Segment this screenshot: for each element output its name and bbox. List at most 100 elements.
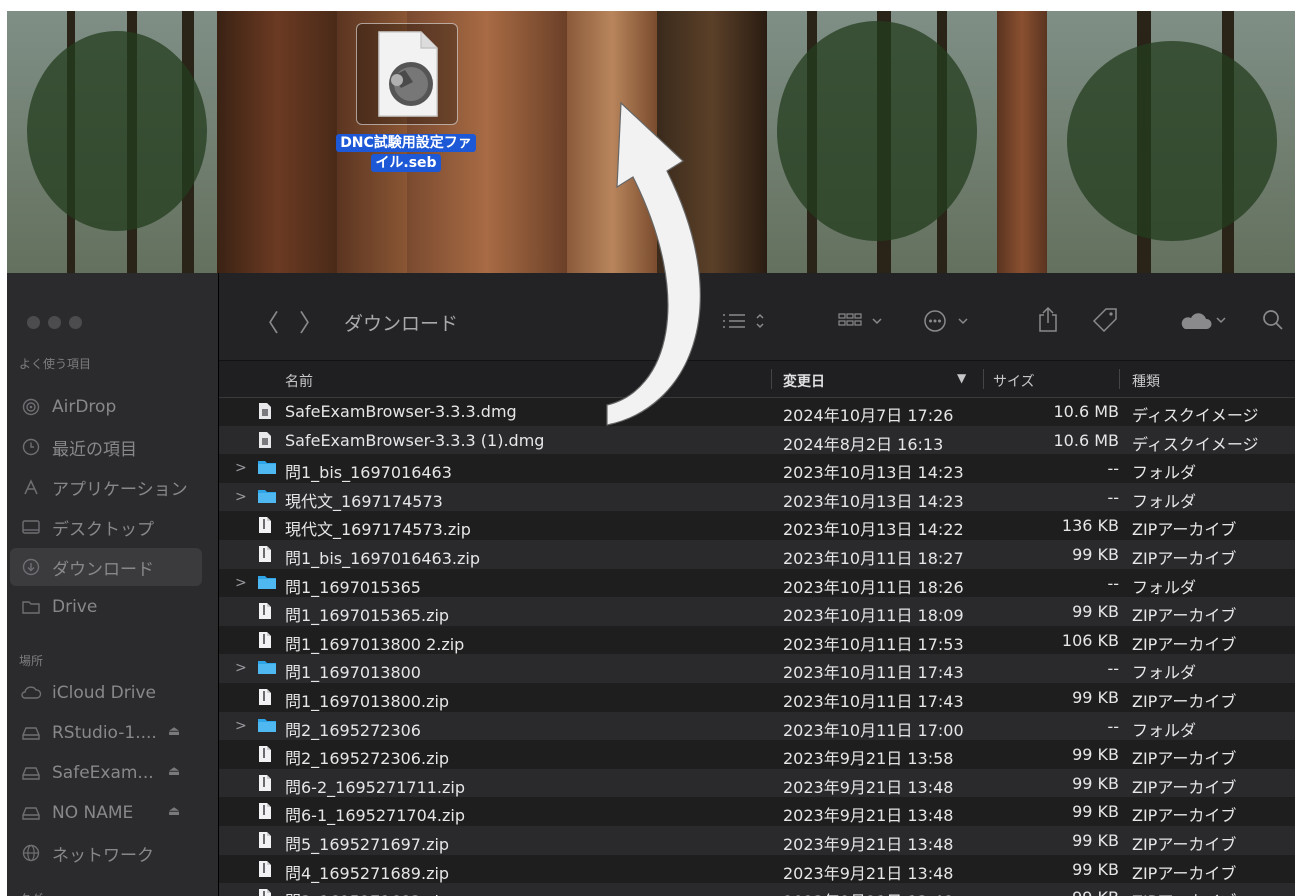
column-header-date[interactable]: 変更日	[783, 371, 825, 391]
file-kind: フォルダ	[1132, 663, 1197, 683]
desktop-file-icon[interactable]	[356, 23, 458, 125]
toolbar: 〈 〉 ダウンロード	[219, 273, 1295, 361]
foliage	[27, 31, 207, 231]
download-icon	[20, 558, 42, 576]
zip-archive-icon	[257, 516, 273, 538]
file-size: --	[1107, 716, 1119, 736]
action-menu-button[interactable]	[923, 309, 973, 337]
file-date: 2023年10月11日 17:43	[783, 691, 964, 711]
window-title: ダウンロード	[344, 313, 459, 335]
file-row[interactable]: 問2_1695272306.zip 2023年9月21日 13:58 99 KB ZI…	[219, 740, 1295, 769]
file-size: 99 KB	[1072, 773, 1119, 793]
file-row[interactable]: > 問1_bis_1697016463 2023年10月13日 14:23 -- フォル…	[219, 454, 1295, 483]
file-row[interactable]: > 現代文_1697174573 2023年10月13日 14:23 -- フォルダ	[219, 482, 1295, 512]
tag-button[interactable]	[1091, 306, 1119, 336]
file-row[interactable]: 問6-1_1695271704.zip 2023年9月21日 13:48 99 KB…	[219, 797, 1295, 826]
sidebar-item-desktop[interactable]: デスクトップ	[10, 508, 202, 546]
icloud-status-button[interactable]	[1179, 309, 1233, 335]
file-name: SafeExamBrowser-3.3.3 (1).dmg	[285, 430, 545, 450]
file-row[interactable]: > 問1_1697015365 2023年10月11日 18:26 -- フォルダ	[219, 569, 1295, 598]
sidebar-item-label: Drive	[52, 597, 98, 617]
folder-icon	[257, 488, 277, 508]
eject-icon[interactable]: ⏏	[168, 764, 180, 779]
search-button[interactable]	[1261, 308, 1285, 336]
disclosure-chevron-icon[interactable]: >	[235, 575, 247, 591]
sidebar-item-recents[interactable]: 最近の項目	[10, 428, 202, 466]
column-header-size[interactable]: サイズ	[993, 371, 1035, 391]
file-name: 現代文_1697174573.zip	[285, 520, 471, 540]
disclosure-chevron-icon[interactable]: >	[235, 660, 247, 676]
folder-icon	[257, 717, 277, 737]
file-row[interactable]: 問4_1695271689.zip 2023年9月21日 13:48 99 KB ZI…	[219, 855, 1295, 884]
search-icon	[1263, 310, 1283, 330]
desktop-file-label-line2: イル.seb	[371, 154, 441, 172]
column-header-kind[interactable]: 種類	[1132, 371, 1160, 391]
applications-icon	[20, 478, 42, 496]
sidebar-item-network[interactable]: ネットワーク	[10, 834, 202, 872]
file-name: 問5_1695271697.zip	[285, 834, 450, 854]
file-row[interactable]: 問6-2_1695271711.zip 2023年9月21日 13:48 99 KB…	[219, 768, 1295, 798]
sidebar-item-drive[interactable]: Drive	[10, 588, 202, 626]
close-window-button[interactable]	[27, 316, 40, 329]
group-button[interactable]	[837, 311, 891, 335]
minimize-window-button[interactable]	[48, 316, 61, 329]
file-date: 2023年10月11日 17:53	[783, 634, 964, 654]
file-date: 2023年10月13日 14:22	[783, 520, 964, 540]
folder-icon	[257, 459, 277, 479]
sidebar-item-applications[interactable]: アプリケーション	[10, 468, 202, 506]
sidebar-item-downloads[interactable]: ダウンロード	[10, 548, 202, 586]
group-icon	[838, 313, 882, 326]
file-kind: ZIPアーカイブ	[1132, 777, 1237, 797]
zip-archive-icon	[257, 688, 273, 710]
file-row[interactable]: > 問2_1695272306 2023年10月11日 17:00 -- フォルダ	[219, 711, 1295, 741]
list-view-button[interactable]	[721, 311, 765, 335]
sidebar-item-icloud-drive[interactable]: iCloud Drive	[10, 674, 202, 712]
file-name: 問1_1697015365	[285, 577, 421, 597]
file-row[interactable]: 問1_bis_1697016463.zip 2023年10月11日 18:27 99…	[219, 539, 1295, 569]
file-row[interactable]: 問5_1695271697.zip 2023年9月21日 13:48 99 KB ZI…	[219, 825, 1295, 855]
file-size: --	[1107, 487, 1119, 507]
column-divider[interactable]	[983, 369, 984, 389]
file-row[interactable]: SafeExamBrowser-3.3.3 (1).dmg 2024年8月2日 1…	[219, 425, 1295, 455]
file-row[interactable]: > 問1_1697013800 2023年10月11日 17:43 -- フォルダ	[219, 654, 1295, 683]
disclosure-chevron-icon[interactable]: >	[235, 489, 247, 505]
zip-archive-icon	[257, 831, 273, 853]
column-divider[interactable]	[1119, 369, 1120, 389]
eject-icon[interactable]: ⏏	[168, 724, 180, 739]
sidebar-item-airdrop[interactable]: AirDrop	[10, 388, 202, 426]
file-row[interactable]: 問3_1695271683.zip 2023年9月21日 13:48 99 KB ZI…	[219, 883, 1295, 896]
file-size: 99 KB	[1072, 687, 1119, 707]
file-date: 2023年9月21日 13:48	[783, 863, 954, 883]
column-divider[interactable]	[771, 369, 772, 389]
file-row[interactable]: 問1_1697013800 2.zip 2023年10月11日 17:53 106 …	[219, 626, 1295, 655]
forward-button[interactable]: 〉	[299, 303, 323, 338]
file-size: 99 KB	[1072, 745, 1119, 765]
file-row[interactable]: 現代文_1697174573.zip 2023年10月13日 14:22 136 K…	[219, 511, 1295, 540]
disclosure-chevron-icon[interactable]: >	[235, 460, 247, 476]
file-size: 10.6 MB	[1053, 402, 1120, 421]
file-row[interactable]: 問1_1697015365.zip 2023年10月11日 18:09 99 KB Z…	[219, 597, 1295, 626]
file-name: 問1_1697013800	[285, 663, 421, 683]
folder-icon	[257, 574, 277, 594]
drive-icon	[20, 725, 42, 741]
desktop-file-label[interactable]: DNC試験用設定ファ イル.seb	[325, 133, 487, 173]
file-date: 2023年10月11日 18:27	[783, 548, 964, 568]
desktop-wallpaper: DNC試験用設定ファ イル.seb よく使う項目 AirDrop 最近の項目 ア…	[7, 11, 1295, 896]
disclosure-chevron-icon[interactable]: >	[235, 718, 247, 734]
zip-archive-icon	[257, 602, 273, 624]
file-size: --	[1107, 459, 1119, 479]
file-date: 2024年8月2日 16:13	[783, 434, 944, 454]
sidebar-item-label: 最近の項目	[52, 439, 137, 460]
file-date: 2023年10月13日 14:23	[783, 491, 964, 511]
column-header-name[interactable]: 名前	[285, 371, 313, 391]
cloud-icon	[20, 685, 42, 701]
file-row[interactable]: 問1_1697013800.zip 2023年10月11日 17:43 99 KB Z…	[219, 683, 1295, 712]
file-name: 問3_1695271683.zip	[285, 888, 449, 896]
share-button[interactable]	[1036, 305, 1060, 337]
back-button[interactable]: 〈	[255, 303, 279, 338]
zoom-window-button[interactable]	[69, 316, 82, 329]
file-row[interactable]: SafeExamBrowser-3.3.3.dmg 2024年10月7日 17:2…	[219, 397, 1295, 426]
eject-icon[interactable]: ⏏	[168, 804, 180, 819]
file-date: 2023年9月21日 13:58	[783, 749, 954, 769]
ellipsis-circle-icon	[924, 310, 968, 332]
